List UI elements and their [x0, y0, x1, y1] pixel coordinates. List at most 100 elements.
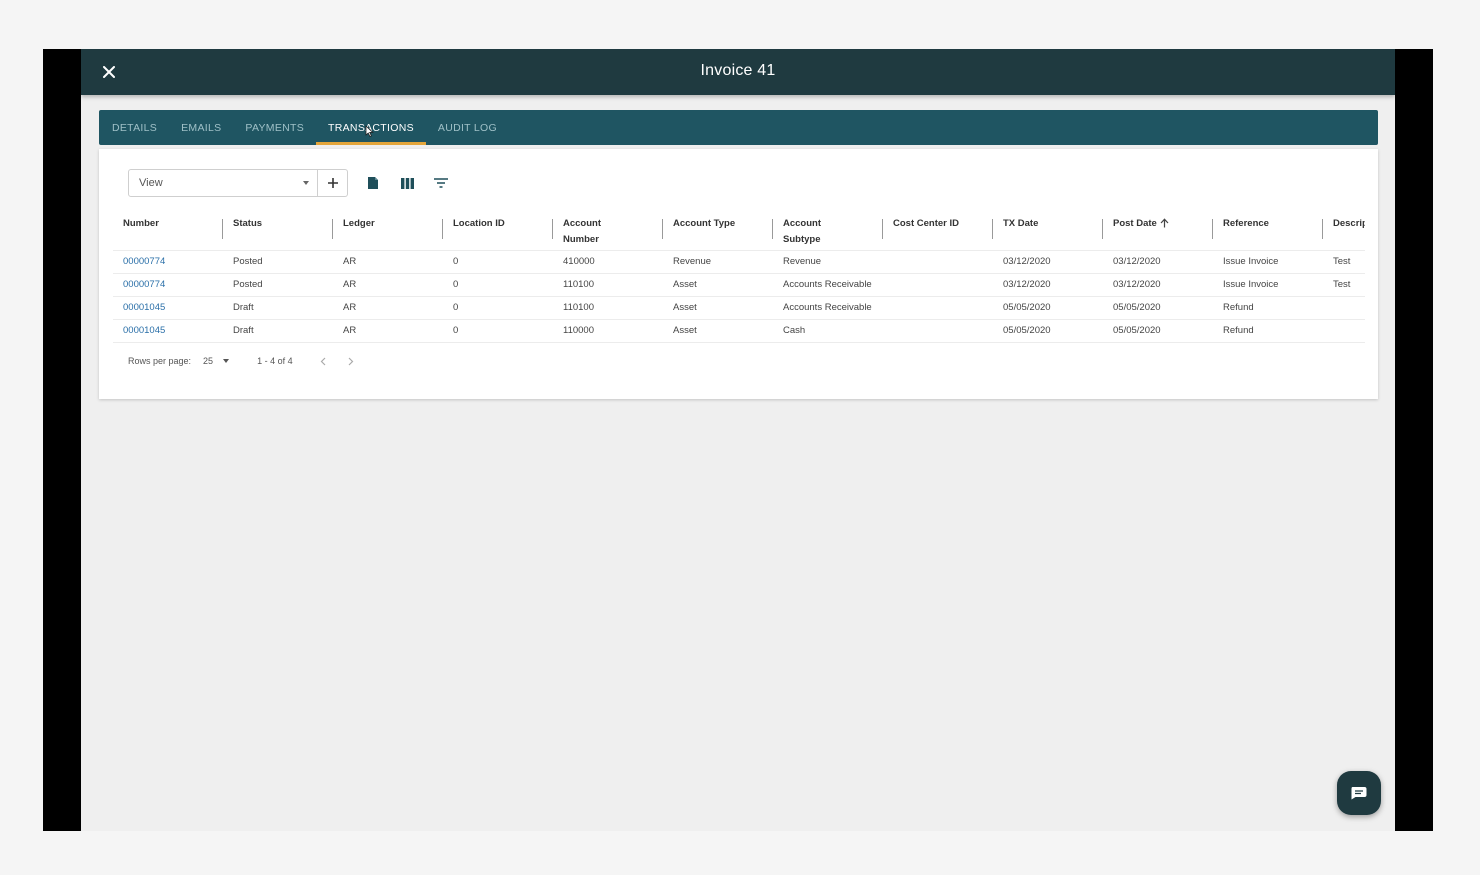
cell-description: Test [1333, 279, 1351, 290]
cell-location-id: 0 [453, 302, 459, 313]
cell-account-number: 110100 [563, 279, 594, 290]
document-icon [368, 177, 378, 189]
export-button[interactable] [356, 169, 390, 197]
column-header-label: Status [233, 218, 263, 229]
table-row[interactable]: 00000774 Posted AR 0 410000 Revenue Revenue 03/… [113, 251, 1365, 274]
table-row[interactable]: 00000774 Posted AR 0 110100 Asset Accounts Rec… [113, 274, 1365, 297]
cell-account-subtype: Accounts Receivable [783, 279, 872, 290]
column-header-label: TX Date [1003, 218, 1039, 229]
cell-description: Test [1333, 256, 1351, 267]
column-header-account-type[interactable]: Account Type [663, 211, 773, 250]
chat-icon [1351, 787, 1367, 800]
mouse-pointer-icon [365, 125, 374, 137]
cell-account-number: 110100 [563, 302, 594, 313]
column-header-number[interactable]: Number [113, 211, 223, 250]
transactions-table: Number Status Ledger Location ID Account… [113, 211, 1365, 343]
column-header-account-number[interactable]: Account Number [553, 211, 663, 250]
cell-account-type: Asset [673, 302, 697, 313]
cell-account-type: Asset [673, 325, 697, 336]
chat-button[interactable] [1337, 771, 1381, 815]
column-header-cost-center-id[interactable]: Cost Center ID [883, 211, 993, 250]
table-row[interactable]: 00001045 Draft AR 0 110000 Asset Cash 05/05/202… [113, 320, 1365, 343]
cell-account-type: Revenue [673, 256, 712, 267]
cell-description [1323, 297, 1365, 319]
transaction-number-link[interactable]: 00000774 [113, 251, 223, 273]
cell-cost-center-id [883, 274, 993, 296]
chevron-right-icon [348, 357, 353, 365]
column-header-label: Descrip [1333, 218, 1365, 229]
column-header-label: Account [783, 218, 821, 229]
view-select[interactable]: View [128, 169, 318, 197]
dialog-title: Invoice 41 [700, 62, 776, 79]
columns-icon [400, 177, 414, 189]
transaction-number-link[interactable]: 00000774 [113, 274, 223, 296]
cell-tx-date: 05/05/2020 [1003, 302, 1051, 313]
cell-account-number: 110000 [563, 325, 594, 336]
cell-account-subtype: Cash [783, 325, 806, 336]
tab-bar: DETAILS EMAILS PAYMENTS TRANSACTIONS AUD… [99, 110, 1378, 145]
video-frame: Invoice 41 DETAILS EMAILS PAYMENTS TRANS… [43, 49, 1433, 831]
cell-ledger: AR [343, 302, 357, 313]
cell-reference: Issue Invoice [1223, 256, 1279, 267]
tab-transactions[interactable]: TRANSACTIONS [316, 110, 426, 145]
filter-icon [434, 178, 448, 188]
dropdown-arrow-icon [223, 359, 230, 363]
cell-ledger: AR [343, 256, 357, 267]
dropdown-arrow-icon [303, 181, 309, 185]
cell-account-subtype: Accounts Receivable [783, 302, 872, 313]
cell-status: Draft [233, 325, 254, 336]
column-header-post-date[interactable]: Post Date [1103, 211, 1213, 250]
cell-ledger: AR [343, 325, 357, 336]
transaction-number-link[interactable]: 00001045 [113, 320, 223, 342]
column-header-label: Account [563, 218, 601, 229]
cell-status: Posted [233, 256, 263, 267]
column-header-description[interactable]: Descrip [1323, 211, 1365, 250]
column-header-reference[interactable]: Reference [1213, 211, 1323, 250]
invoice-dialog: Invoice 41 DETAILS EMAILS PAYMENTS TRANS… [81, 49, 1395, 831]
cell-post-date: 05/05/2020 [1113, 325, 1161, 336]
cell-cost-center-id [883, 320, 993, 342]
table-body: 00000774 Posted AR 0 410000 Revenue Revenue 03/… [113, 251, 1365, 343]
cell-cost-center-id [883, 251, 993, 273]
cell-status: Posted [233, 279, 263, 290]
tab-payments[interactable]: PAYMENTS [233, 110, 316, 145]
transaction-number-link[interactable]: 00001045 [113, 297, 223, 319]
cell-account-subtype: Revenue [783, 256, 822, 267]
transactions-card: View Number Status Ledger Location ID Ac… [99, 149, 1378, 399]
tab-emails[interactable]: EMAILS [169, 110, 233, 145]
cell-tx-date: 05/05/2020 [1003, 325, 1051, 336]
cell-post-date: 05/05/2020 [1113, 302, 1161, 313]
cell-reference: Refund [1223, 302, 1254, 313]
column-header-label: Ledger [343, 218, 375, 229]
column-header-label: Post Date [1113, 218, 1157, 229]
column-header-ledger[interactable]: Ledger [333, 211, 443, 250]
column-header-label: Number [123, 218, 159, 229]
column-header-account-subtype[interactable]: Account Subtype [773, 211, 883, 250]
tab-label: EMAILS [181, 121, 222, 134]
rows-per-page-value: 25 [203, 356, 214, 366]
add-view-button[interactable] [318, 169, 348, 197]
column-header-label: Location ID [453, 218, 505, 229]
cell-account-number: 410000 [563, 256, 595, 267]
previous-page-button[interactable] [317, 353, 329, 369]
sort-ascending-icon [1160, 218, 1169, 228]
cell-description [1323, 320, 1365, 342]
columns-button[interactable] [390, 169, 424, 197]
column-header-label: Reference [1223, 218, 1269, 229]
table-row[interactable]: 00001045 Draft AR 0 110100 Asset Accounts Rece… [113, 297, 1365, 320]
cell-tx-date: 03/12/2020 [1003, 279, 1051, 290]
column-header-tx-date[interactable]: TX Date [993, 211, 1103, 250]
rows-per-page-select[interactable]: 25 [203, 356, 230, 366]
tab-audit-log[interactable]: AUDIT LOG [426, 110, 509, 145]
cell-cost-center-id [883, 297, 993, 319]
column-header-label: Account Type [673, 218, 736, 229]
filter-button[interactable] [424, 169, 458, 197]
column-header-status[interactable]: Status [223, 211, 333, 250]
tab-details[interactable]: DETAILS [100, 110, 169, 145]
tab-label: DETAILS [112, 121, 158, 134]
cell-account-type: Asset [673, 279, 697, 290]
next-page-button[interactable] [345, 353, 357, 369]
dialog-header: Invoice 41 [81, 49, 1395, 95]
tab-label: PAYMENTS [245, 121, 305, 134]
column-header-location-id[interactable]: Location ID [443, 211, 553, 250]
